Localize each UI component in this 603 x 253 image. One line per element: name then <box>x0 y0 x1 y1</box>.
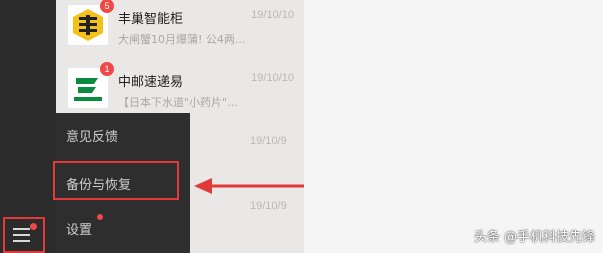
chat-name: 中邮速递易 <box>118 75 184 90</box>
menu-button-highlight <box>3 217 45 253</box>
content-pane: 头条 @手机科技先锋 <box>304 0 603 253</box>
chat-time: 19/10/9 <box>250 200 287 212</box>
chat-preview: 【日本下水道"小药片"... <box>118 96 238 109</box>
watermark: 头条 @手机科技先锋 <box>473 230 595 245</box>
china-post-logo-icon: 1 <box>68 62 114 108</box>
chat-name: 丰巢智能柜 <box>118 12 184 27</box>
chat-time: 19/10/10 <box>251 72 294 84</box>
hive-box-logo-icon: 5 <box>68 0 114 45</box>
menu-item-settings[interactable]: 设置 <box>66 219 92 238</box>
unread-badge: 1 <box>100 62 114 76</box>
chat-preview: 大闸蟹10月爆蒲! 公4两... <box>118 33 246 46</box>
notification-dot <box>97 214 103 220</box>
chat-time: 19/10/10 <box>251 9 294 21</box>
menu-item-feedback[interactable]: 意见反馈 <box>66 126 118 145</box>
chat-list-item[interactable]: 5 丰巢智能柜 大闸蟹10月爆蒲! 公4两... 19/10/10 <box>56 0 304 63</box>
unread-badge: 5 <box>100 0 114 13</box>
chat-time: 19/10/9 <box>250 135 287 147</box>
sidebar <box>0 0 56 253</box>
backup-restore-highlight <box>53 161 179 200</box>
